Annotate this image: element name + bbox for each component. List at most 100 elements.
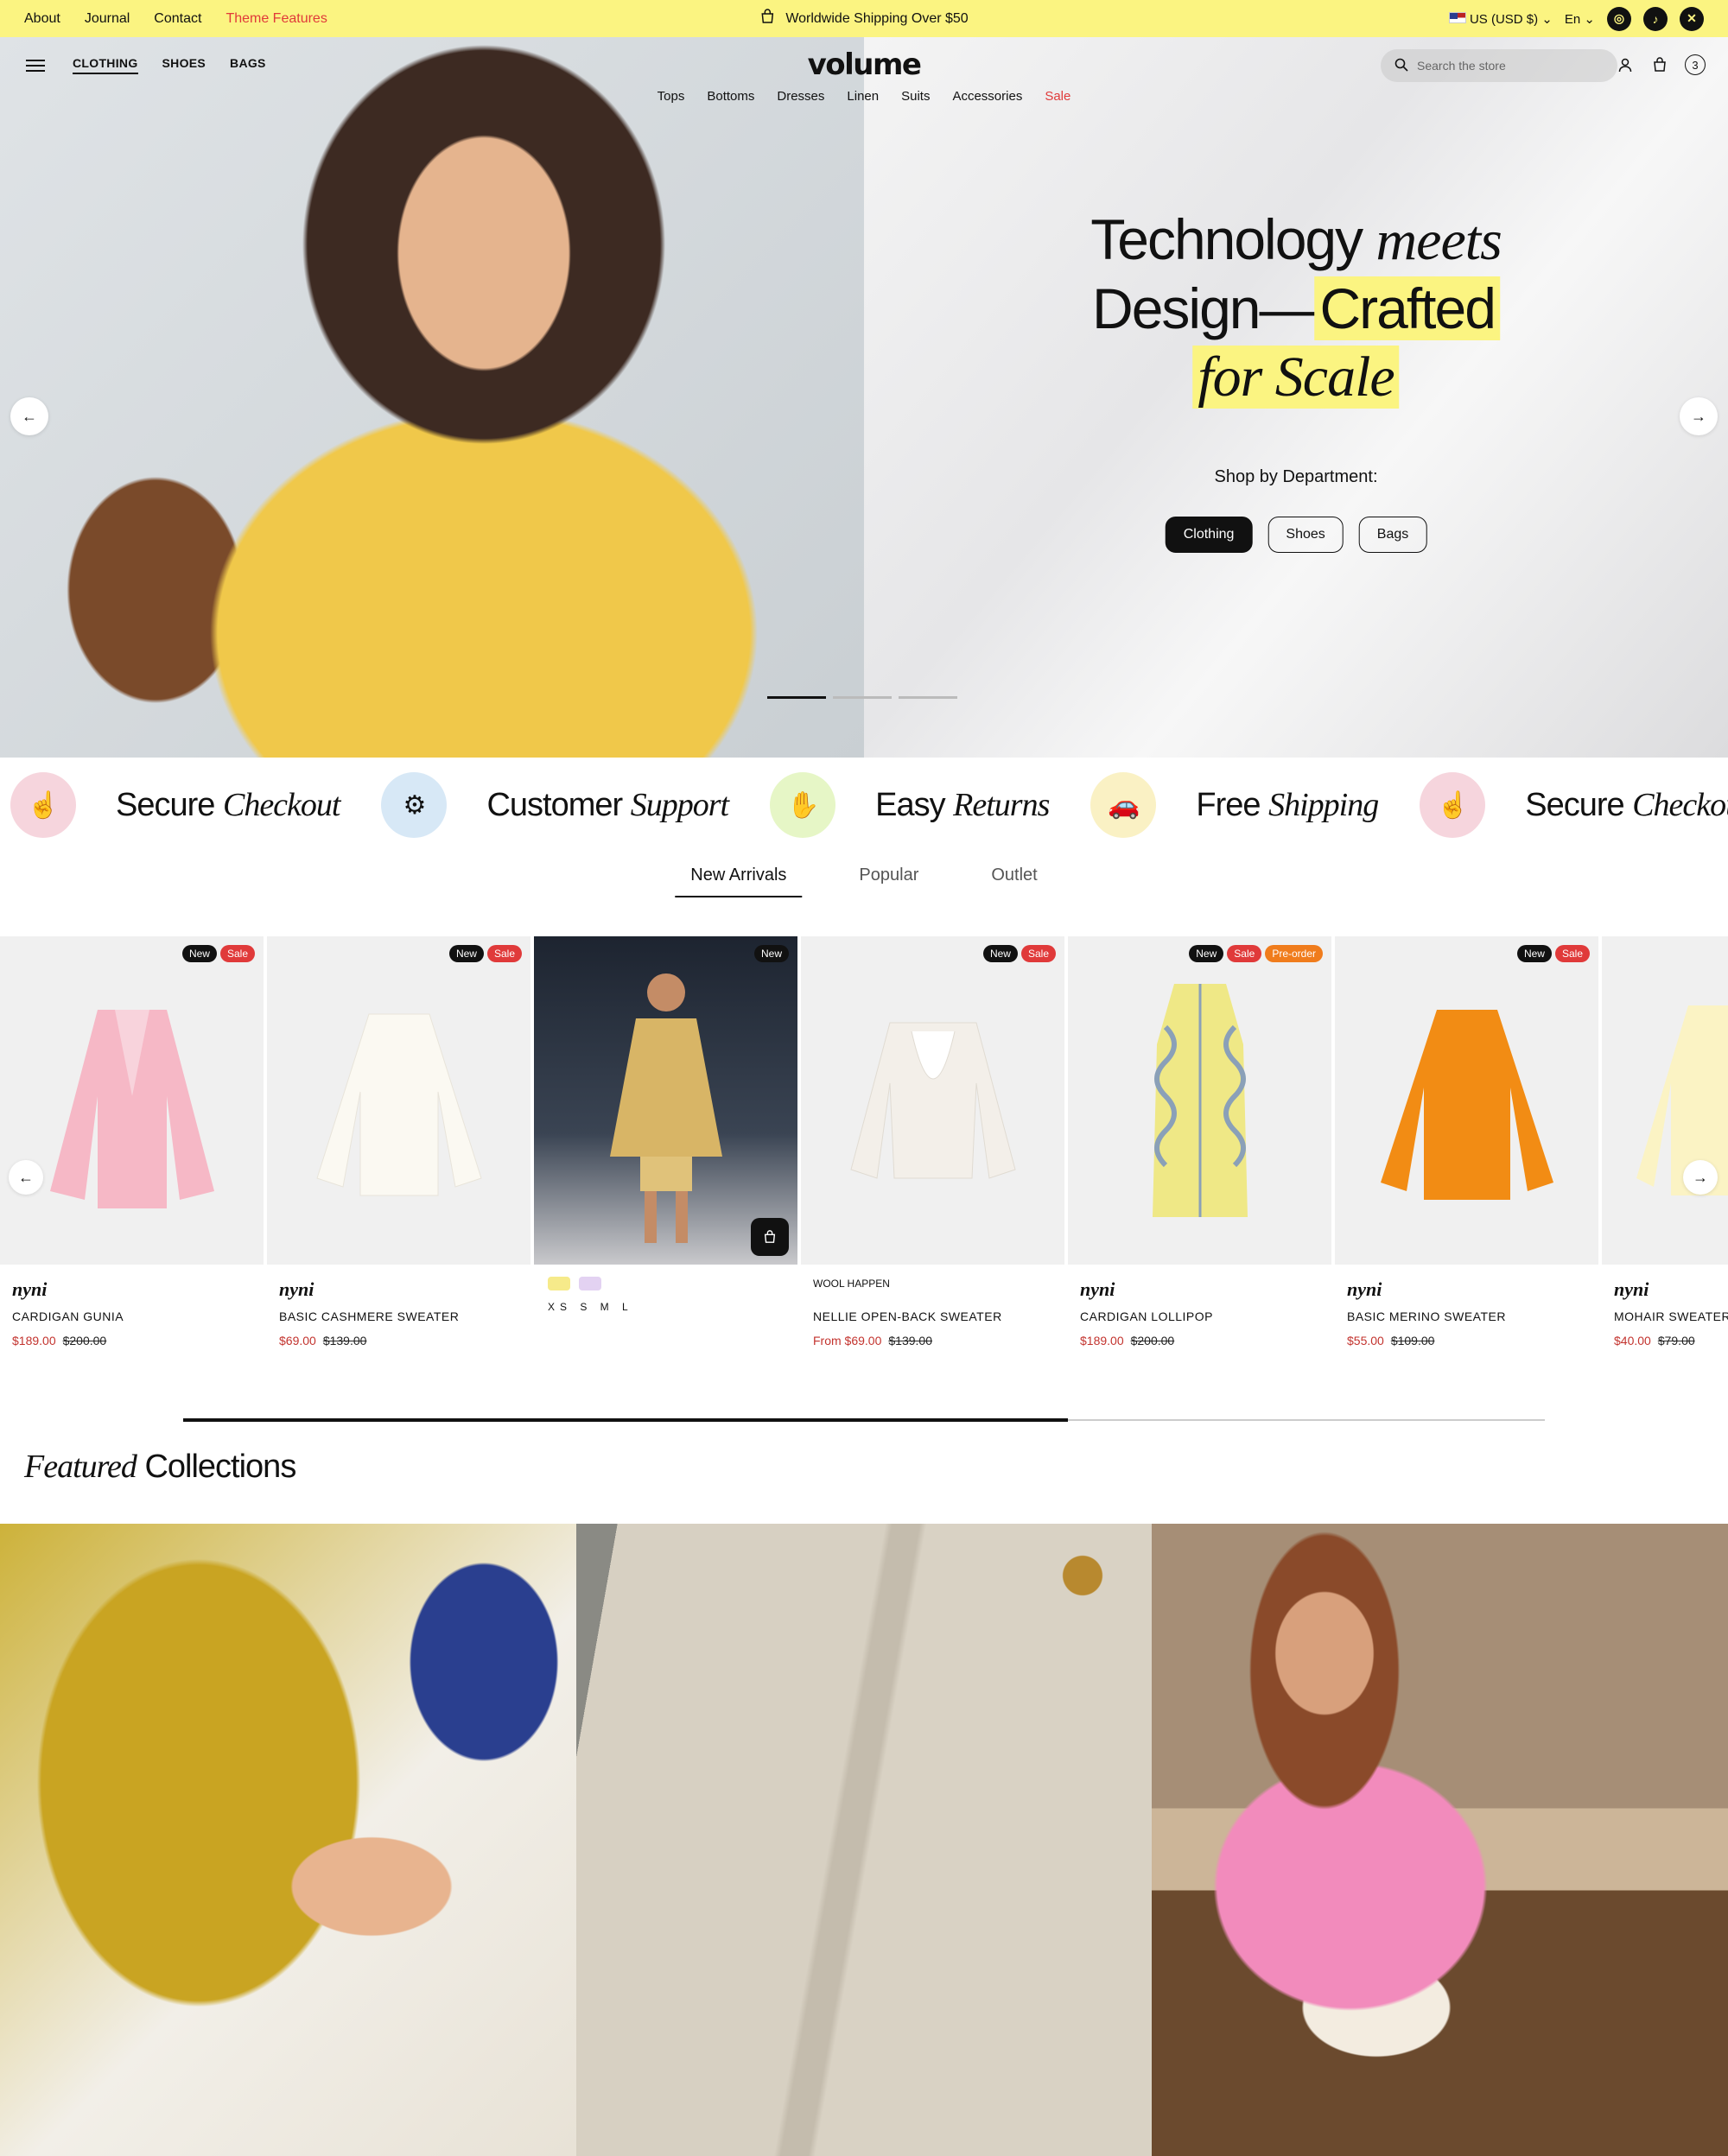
- new-badge: New: [982, 945, 1018, 962]
- bags-button[interactable]: Bags: [1358, 517, 1427, 553]
- hero-pagination: [767, 696, 957, 699]
- x-twitter-icon[interactable]: ✕: [1680, 6, 1704, 31]
- cat-bottoms[interactable]: Bottoms: [707, 89, 754, 104]
- cat-linen[interactable]: Linen: [847, 89, 879, 104]
- tab-new-arrivals[interactable]: New Arrivals: [675, 866, 803, 897]
- link-journal[interactable]: Journal: [85, 11, 130, 27]
- compare-price: $200.00: [1130, 1334, 1175, 1348]
- language-selector[interactable]: En ⌄: [1565, 11, 1595, 27]
- tab-outlet[interactable]: Outlet: [975, 866, 1052, 897]
- product-name[interactable]: MOHAIR SWEATER: [1614, 1309, 1728, 1323]
- product-image[interactable]: New Sale: [0, 936, 264, 1265]
- size-options[interactable]: XS S M L: [548, 1301, 784, 1313]
- cart-icon[interactable]: [1650, 55, 1669, 74]
- product-name[interactable]: BASIC MERINO SWEATER: [1347, 1309, 1586, 1323]
- dept-shoes[interactable]: SHOES: [162, 56, 206, 74]
- preorder-badge: Pre-order: [1265, 945, 1323, 962]
- compare-price: $139.00: [322, 1334, 367, 1348]
- product-card[interactable]: New Sale WOOL HAPPEN NELLIE OPEN-BACK SWE…: [801, 936, 1064, 1348]
- sale-badge: Sale: [1227, 945, 1262, 962]
- shipping-notice: Worldwide Shipping Over $50: [759, 9, 969, 29]
- shoes-button[interactable]: Shoes: [1267, 517, 1344, 553]
- link-about[interactable]: About: [24, 11, 60, 27]
- product-image[interactable]: New Sale Pre-order: [1068, 936, 1331, 1265]
- clothing-button[interactable]: Clothing: [1165, 517, 1253, 553]
- hero-dot[interactable]: [833, 696, 892, 699]
- swatch-yellow[interactable]: [548, 1277, 570, 1290]
- hero-prev-arrow-icon[interactable]: ←: [10, 397, 48, 435]
- product-card[interactable]: New Sale nyni CARDIGAN GUNIA $189.00 $200.…: [0, 936, 264, 1348]
- product-brand: nyni: [279, 1278, 314, 1300]
- account-icon[interactable]: [1616, 55, 1635, 74]
- collection-card-pink-sweater[interactable]: [1152, 1524, 1728, 2156]
- product-card[interactable]: nyni MOHAIR SWEATER $40.00 $79.00: [1602, 936, 1728, 1348]
- instagram-icon[interactable]: ◎: [1607, 6, 1631, 31]
- currency-selector[interactable]: US (USD $) ⌄: [1448, 11, 1553, 27]
- product-image[interactable]: New Sale: [1335, 936, 1598, 1265]
- us-flag-icon: [1448, 11, 1466, 23]
- collection-card-linen-trousers[interactable]: [576, 1524, 1152, 2156]
- product-name[interactable]: CARDIGAN LOLLIPOP: [1080, 1309, 1319, 1323]
- product-price: From $69.00 $139.00: [813, 1334, 1052, 1348]
- product-card[interactable]: New Sale nyni BASIC MERINO SWEATER $55.00…: [1335, 936, 1598, 1348]
- hero-dot[interactable]: [767, 696, 826, 699]
- product-name[interactable]: NELLIE OPEN-BACK SWEATER: [813, 1309, 1052, 1323]
- scrollbar-thumb[interactable]: [183, 1418, 1068, 1422]
- product-card[interactable]: New XS S M L: [534, 936, 797, 1313]
- site-logo[interactable]: volume: [808, 48, 922, 82]
- product-name[interactable]: BASIC CASHMERE SWEATER: [279, 1309, 518, 1323]
- cat-dresses[interactable]: Dresses: [777, 89, 824, 104]
- product-card[interactable]: New Sale Pre-order nyni CARDIGAN LOLLIPOP …: [1068, 936, 1331, 1348]
- product-image[interactable]: New Sale: [801, 936, 1064, 1265]
- currency-label: US (USD $): [1469, 11, 1539, 27]
- quick-add-bag-icon[interactable]: [751, 1218, 789, 1256]
- featured-collections-title: Featured Collections: [24, 1448, 296, 1486]
- new-badge: New: [1189, 945, 1224, 962]
- feature-label: Customer: [486, 786, 623, 823]
- shop-by-label: Shop by Department:: [1214, 467, 1378, 486]
- link-contact[interactable]: Contact: [154, 11, 201, 27]
- product-image[interactable]: New Sale: [267, 936, 530, 1265]
- department-nav: CLOTHING SHOES BAGS: [73, 56, 266, 74]
- cat-accessories[interactable]: Accessories: [952, 89, 1022, 104]
- sale-badge: Sale: [219, 945, 255, 962]
- headline-word: Technology: [1090, 207, 1363, 271]
- carousel-next-arrow-icon[interactable]: →: [1683, 1160, 1718, 1195]
- swatch-lilac[interactable]: [579, 1277, 601, 1290]
- dept-clothing[interactable]: CLOTHING: [73, 56, 138, 74]
- hero-next-arrow-icon[interactable]: →: [1680, 397, 1718, 435]
- product-price: $69.00 $139.00: [279, 1334, 518, 1348]
- product-name[interactable]: CARDIGAN GUNIA: [12, 1309, 251, 1323]
- feature-label-italic: Shipping: [1268, 787, 1379, 823]
- department-buttons: Clothing Shoes Bags: [1165, 517, 1427, 553]
- feature-item: ⚙ Customer Support: [381, 772, 729, 838]
- product-image[interactable]: New: [534, 936, 797, 1265]
- carousel-prev-arrow-icon[interactable]: ←: [9, 1160, 43, 1195]
- hero-dot[interactable]: [899, 696, 957, 699]
- collection-card-patterned-knit[interactable]: [0, 1524, 576, 2156]
- new-badge: New: [181, 945, 217, 962]
- link-theme-features[interactable]: Theme Features: [226, 11, 327, 27]
- menu-icon[interactable]: [26, 60, 45, 72]
- sale-badge: Sale: [486, 945, 522, 962]
- pink-fringe-cardigan-image: [49, 1010, 214, 1208]
- new-badge: New: [1516, 945, 1552, 962]
- cat-sale[interactable]: Sale: [1045, 89, 1070, 104]
- cat-tops[interactable]: Tops: [658, 89, 685, 104]
- tab-popular[interactable]: Popular: [843, 866, 934, 897]
- product-brand: nyni: [1347, 1278, 1382, 1300]
- fingerprint-icon: ☝: [10, 772, 76, 838]
- feature-label-italic: Checkou: [1632, 787, 1728, 823]
- tiktok-icon[interactable]: ♪: [1643, 6, 1668, 31]
- cart-count[interactable]: 3: [1685, 54, 1706, 75]
- product-brand: nyni: [1080, 1278, 1115, 1300]
- storefront-page: About Journal Contact Theme Features Wor…: [0, 0, 1728, 2156]
- dept-bags[interactable]: BAGS: [230, 56, 266, 74]
- search-input[interactable]: Search the store: [1381, 49, 1617, 82]
- cat-suits[interactable]: Suits: [901, 89, 930, 104]
- carousel-scrollbar[interactable]: [183, 1418, 1545, 1422]
- hero-headline: Technology meets Design—Crafted for Scal…: [1090, 206, 1502, 411]
- product-image[interactable]: [1602, 936, 1728, 1265]
- product-card[interactable]: New Sale nyni BASIC CASHMERE SWEATER $69.…: [267, 936, 530, 1348]
- headline-highlight-italic: for Scale: [1192, 346, 1400, 409]
